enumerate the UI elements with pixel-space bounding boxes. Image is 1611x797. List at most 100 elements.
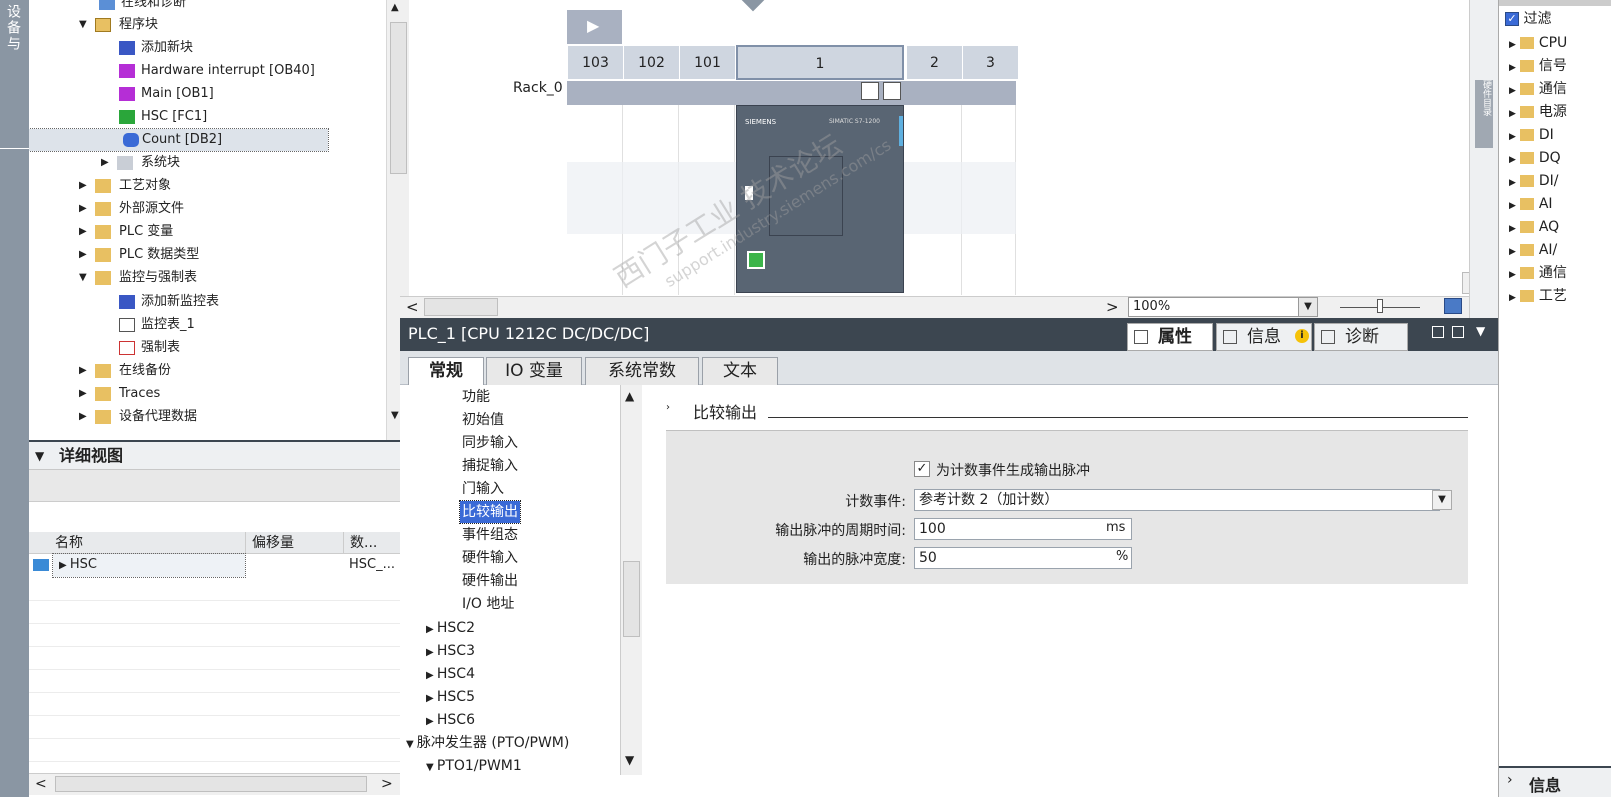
column-header-offset[interactable]: 偏移量 — [245, 532, 294, 554]
tree-item-db2[interactable]: Count [DB2] — [29, 128, 329, 152]
collapsed-arrow-icon[interactable]: ▶ — [79, 383, 87, 405]
tab-diagnostics[interactable]: 诊断 — [1314, 323, 1408, 351]
nav-item-event-config[interactable]: 事件组态 — [462, 524, 518, 546]
nav-item-hsc3[interactable]: ▶ HSC3 — [426, 640, 475, 662]
catalog-item-dq[interactable]: ▶ DQ — [1509, 147, 1561, 170]
expanded-arrow-icon[interactable]: ▼ — [79, 14, 87, 36]
catalog-item-tech[interactable]: ▶ 工艺 — [1509, 285, 1567, 308]
scroll-thumb[interactable] — [424, 298, 498, 316]
scroll-right-icon[interactable]: > — [381, 776, 393, 792]
dropdown-arrow-icon[interactable]: ▼ — [1298, 297, 1318, 317]
collapsed-arrow-icon[interactable]: ▶ — [426, 693, 437, 704]
scroll-down-icon[interactable]: ▼ — [391, 410, 399, 421]
nav-item-hsc6[interactable]: ▶ HSC6 — [426, 709, 475, 731]
scroll-thumb[interactable] — [623, 561, 640, 637]
column-header-name[interactable]: 名称 — [55, 532, 83, 554]
count-event-select[interactable]: 参考计数 2（加计数） — [914, 489, 1440, 511]
nav-item-gate-input[interactable]: 门输入 — [462, 478, 504, 500]
nav-item-hsc2[interactable]: ▶ HSC2 — [426, 617, 475, 639]
nav-item-hsc5[interactable]: ▶ HSC5 — [426, 686, 475, 708]
catalog-item-power[interactable]: ▶ 电源 — [1509, 101, 1567, 124]
slot-102[interactable]: 102 — [623, 45, 680, 80]
period-input[interactable]: 100 — [914, 518, 1132, 540]
catalog-item-comm[interactable]: ▶ 通信 — [1509, 78, 1567, 101]
scroll-down-icon[interactable]: ▼ — [625, 753, 634, 767]
device-view-side-tab[interactable]: 设备与 — [0, 0, 29, 797]
nav-item-hardware-output[interactable]: 硬件输出 — [462, 570, 518, 592]
catalog-item-signal[interactable]: ▶ 信号 — [1509, 55, 1567, 78]
nav-scrollbar[interactable]: ▲ ▼ — [620, 385, 642, 775]
catalog-item-comm2[interactable]: ▶ 通信 — [1509, 262, 1567, 285]
catalog-item-aiq[interactable]: ▶ AI/ — [1509, 239, 1557, 262]
device-view-canvas[interactable]: ▶ Rack_0 103 102 101 1 2 3 ▼ — [409, 0, 1489, 327]
collapsed-arrow-icon[interactable]: ▶ — [79, 406, 87, 428]
catalog-item-di[interactable]: ▶ DI — [1509, 124, 1554, 147]
ethernet-port-icon[interactable] — [747, 251, 765, 269]
collapse-icon[interactable]: ▼ — [1476, 324, 1485, 338]
nav-item-capture-input[interactable]: 捕捉输入 — [462, 455, 518, 477]
catalog-item-diq[interactable]: ▶ DI/ — [1509, 170, 1558, 193]
tab-properties[interactable]: 属性 — [1127, 323, 1213, 351]
slot-103[interactable]: 103 — [567, 45, 624, 80]
tab-info[interactable]: 信息 i — [1216, 323, 1312, 351]
pulse-width-input[interactable]: 50 — [914, 547, 1132, 569]
table-row[interactable]: ▶ HSC HSC_... — [29, 553, 409, 578]
nav-item-hardware-input[interactable]: 硬件输入 — [462, 547, 518, 569]
collapsed-arrow-icon[interactable]: ▶ — [79, 360, 87, 382]
float-window-icon[interactable] — [1432, 326, 1444, 338]
nav-item-io-address[interactable]: I/O 地址 — [462, 593, 514, 615]
collapsed-arrow-icon[interactable]: ▶ — [101, 152, 109, 174]
scroll-up-icon[interactable]: ▲ — [391, 2, 399, 13]
scroll-right-icon[interactable]: > — [1106, 298, 1119, 316]
zoom-slider-handle[interactable] — [1377, 299, 1383, 313]
collapsed-arrow-icon[interactable]: ▶ — [79, 175, 87, 197]
scroll-thumb[interactable] — [55, 776, 367, 792]
collapsed-arrow-icon[interactable]: ▶ — [79, 198, 87, 220]
nav-item-compare-output[interactable]: 比较输出 — [459, 500, 521, 524]
cpu-module[interactable]: SIEMENS SIMATIC S7-1200 — [736, 105, 904, 293]
slot-101[interactable]: 101 — [679, 45, 736, 80]
network-port-icon[interactable] — [883, 82, 901, 100]
detail-hscrollbar[interactable]: < > — [29, 773, 409, 795]
tab-texts[interactable]: 文本 — [702, 357, 778, 385]
collapsed-arrow-icon[interactable]: ▶ — [59, 560, 70, 571]
catalog-item-ai[interactable]: ▶ AI — [1509, 193, 1553, 216]
zoom-select[interactable]: 100% — [1128, 297, 1306, 317]
expanded-arrow-icon[interactable]: ▼ — [406, 739, 417, 750]
column-header-type[interactable]: 数... — [343, 532, 377, 554]
network-port-icon[interactable] — [861, 82, 879, 100]
tab-io-tags[interactable]: IO 变量 — [486, 357, 582, 385]
device-hscrollbar[interactable]: < > 100% ▼ — [400, 296, 1469, 318]
slot-2[interactable]: 2 — [906, 45, 963, 80]
filter-toggle[interactable]: ✓ 过滤 — [1505, 8, 1551, 31]
scroll-up-icon[interactable]: ▲ — [625, 389, 634, 403]
expand-rack-button[interactable]: ▶ — [567, 10, 622, 44]
nav-item-function[interactable]: 功能 — [462, 386, 490, 408]
collapsed-arrow-icon[interactable]: ▶ — [426, 716, 437, 727]
scroll-left-icon[interactable]: < — [35, 776, 47, 792]
slot-1[interactable]: 1 — [736, 45, 904, 80]
nav-item-pulse-generators[interactable]: ▼ 脉冲发生器 (PTO/PWM) — [406, 732, 569, 754]
collapsed-arrow-icon[interactable]: ▶ — [426, 624, 437, 635]
chevron-right-icon[interactable]: › — [1507, 772, 1513, 788]
collapsed-arrow-icon[interactable]: ▶ — [79, 244, 87, 266]
catalog-item-cpu[interactable]: ▶ CPU — [1509, 32, 1567, 55]
collapsed-arrow-icon[interactable]: ▶ — [426, 647, 437, 658]
catalog-item-aq[interactable]: ▶ AQ — [1509, 216, 1559, 239]
tab-system-constants[interactable]: 系统常数 — [585, 357, 699, 385]
nav-item-initial-values[interactable]: 初始值 — [462, 409, 504, 431]
info-section-header[interactable]: › 信息 — [1499, 766, 1611, 797]
catalog-side-tab[interactable]: 硬件目录 — [1475, 80, 1493, 148]
scroll-thumb[interactable] — [390, 22, 407, 174]
scroll-left-icon[interactable]: < — [406, 298, 419, 316]
collapsed-arrow-icon[interactable]: ▶ — [79, 221, 87, 243]
expanded-arrow-icon[interactable]: ▼ — [426, 762, 437, 773]
section-arrow-icon[interactable]: › — [666, 402, 670, 413]
maximize-icon[interactable] — [1452, 326, 1464, 338]
generate-pulse-checkbox[interactable]: ✓ — [914, 461, 930, 477]
overview-navigation-icon[interactable] — [1444, 298, 1462, 314]
tab-general[interactable]: 常规 — [408, 357, 484, 386]
chevron-down-icon[interactable]: ▼ — [35, 442, 44, 470]
nav-item-hsc4[interactable]: ▶ HSC4 — [426, 663, 475, 685]
dropdown-arrow-icon[interactable]: ▼ — [1432, 490, 1452, 510]
